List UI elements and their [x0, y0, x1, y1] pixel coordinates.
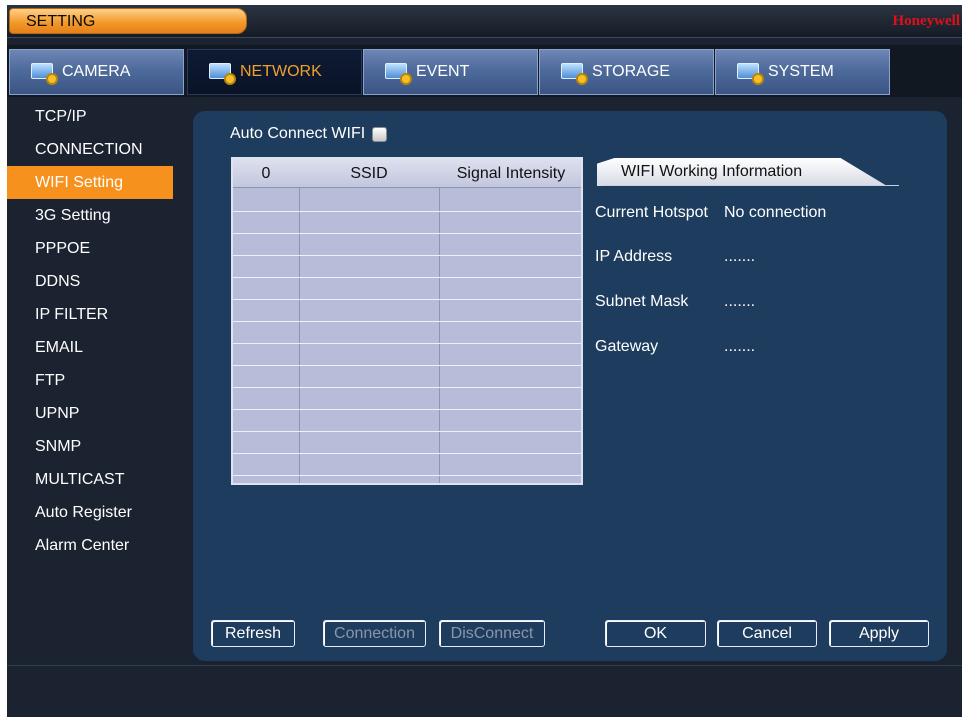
window-title: SETTING: [9, 8, 247, 34]
subnet-mask-label: Subnet Mask: [595, 293, 689, 310]
network-settings-icon: [208, 61, 236, 85]
auto-connect-wifi-checkbox[interactable]: [372, 126, 388, 142]
system-settings-icon: [736, 61, 764, 85]
auto-connect-wifi-row: Auto Connect WIFI: [230, 125, 388, 143]
tab-label: NETWORK: [240, 63, 322, 80]
storage-settings-icon: [560, 61, 588, 85]
tab-network[interactable]: NETWORK: [187, 49, 362, 95]
sidebar-item-ddns[interactable]: DDNS: [7, 265, 173, 298]
info-tab-label: WIFI Working Information: [621, 163, 803, 180]
sidebar-item-email[interactable]: EMAIL: [7, 331, 173, 364]
footer-divider: [7, 665, 962, 666]
network-sidebar: TCP/IP CONNECTION WIFI Setting 3G Settin…: [7, 97, 182, 657]
tab-label: EVENT: [416, 63, 470, 80]
current-hotspot-value: No connection: [724, 204, 827, 221]
gateway-label: Gateway: [595, 338, 659, 355]
tab-camera[interactable]: CAMERA: [9, 49, 184, 95]
sidebar-item-snmp[interactable]: SNMP: [7, 430, 173, 463]
sidebar-item-ftp[interactable]: FTP: [7, 364, 173, 397]
disconnect-button[interactable]: DisConnect: [439, 620, 545, 647]
cancel-button[interactable]: Cancel: [717, 620, 817, 647]
column-header-signal-intensity[interactable]: Signal Intensity: [439, 159, 583, 188]
wifi-hotspot-table[interactable]: 0 SSID Signal Intensity: [231, 157, 583, 485]
tab-event[interactable]: EVENT: [363, 49, 538, 95]
sidebar-item-multicast[interactable]: MULTICAST: [7, 463, 173, 496]
column-header-ssid[interactable]: SSID: [299, 159, 439, 188]
auto-connect-wifi-label: Auto Connect WIFI: [230, 125, 366, 142]
tab-storage[interactable]: STORAGE: [539, 49, 714, 95]
ok-button[interactable]: OK: [605, 620, 706, 647]
sidebar-item-alarm-center[interactable]: Alarm Center: [7, 529, 173, 562]
table-header: 0 SSID Signal Intensity: [233, 159, 581, 188]
sidebar-item-connection[interactable]: CONNECTION: [7, 133, 173, 166]
main-tab-bar: CAMERA NETWORK EVENT STORAGE SYSTEM: [7, 45, 962, 97]
subnet-mask-value: .......: [724, 293, 756, 310]
info-divider: [603, 185, 899, 186]
sidebar-item-auto-register[interactable]: Auto Register: [7, 496, 173, 529]
gateway-value: .......: [724, 338, 756, 355]
tab-system[interactable]: SYSTEM: [715, 49, 890, 95]
sidebar-item-tcpip[interactable]: TCP/IP: [7, 100, 173, 133]
title-bar: SETTING Honeywell: [7, 5, 962, 38]
brand-logo: Honeywell: [892, 13, 961, 29]
wifi-working-information-tab[interactable]: WIFI Working Information: [597, 158, 897, 186]
tab-label: SYSTEM: [768, 63, 834, 80]
tab-label: CAMERA: [62, 63, 131, 80]
ip-address-label: IP Address: [595, 248, 673, 265]
event-settings-icon: [384, 61, 412, 85]
current-hotspot-label: Current Hotspot: [595, 204, 708, 221]
connection-button[interactable]: Connection: [323, 620, 426, 647]
camera-settings-icon: [30, 61, 58, 85]
refresh-button[interactable]: Refresh: [211, 620, 295, 647]
ip-address-value: .......: [724, 248, 756, 265]
settings-window: SETTING Honeywell CAMERA NETWORK EVENT S…: [7, 5, 962, 717]
sidebar-item-upnp[interactable]: UPNP: [7, 397, 173, 430]
sidebar-item-wifi-setting[interactable]: WIFI Setting: [7, 166, 173, 199]
tab-label: STORAGE: [592, 63, 670, 80]
sidebar-item-3g-setting[interactable]: 3G Setting: [7, 199, 173, 232]
sidebar-item-pppoe[interactable]: PPPOE: [7, 232, 173, 265]
sidebar-item-ip-filter[interactable]: IP FILTER: [7, 298, 173, 331]
apply-button[interactable]: Apply: [829, 620, 929, 647]
column-header-index[interactable]: 0: [233, 159, 299, 188]
